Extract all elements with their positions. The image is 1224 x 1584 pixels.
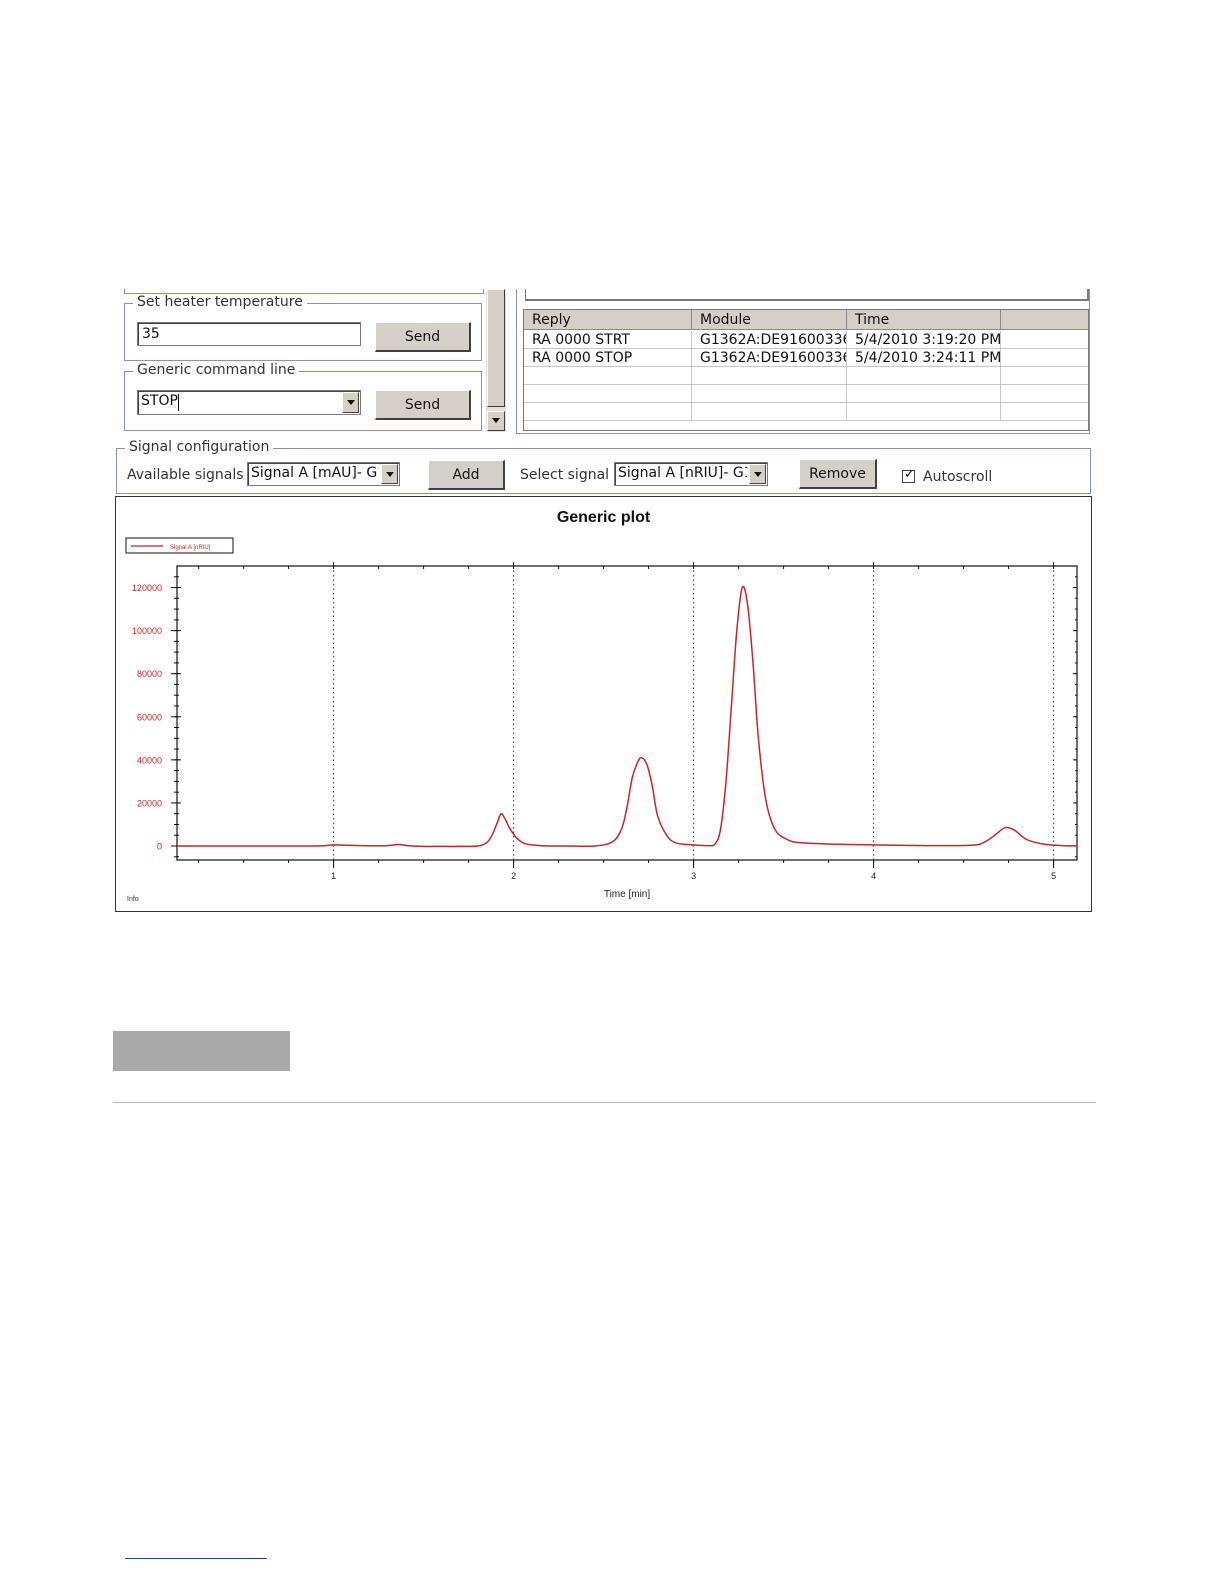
y-tick-label: 60000 [137, 712, 162, 722]
gray-heading-bar [113, 1031, 290, 1071]
x-tick-label: 5 [1051, 871, 1056, 881]
legend-label: Signal A [nRIU] [170, 545, 211, 551]
y-tick-label: 0 [157, 842, 162, 852]
x-tick-label: 3 [691, 871, 696, 881]
y-tick-label: 20000 [137, 798, 162, 808]
x-axis-label: Time [min] [604, 889, 651, 900]
plot-frame [176, 565, 1078, 861]
x-tick-label: 2 [511, 871, 516, 881]
x-tick-label: 4 [871, 871, 876, 881]
horizontal-divider [113, 1102, 1096, 1103]
generic-plot-chart: 1 2 3 4 5 0 20000 40000 60000 80000 100000 120000 Ti… [125, 537, 1078, 900]
x-tick-label: 1 [331, 871, 336, 881]
footnote-rule [125, 1558, 267, 1559]
y-tick-label: 80000 [137, 669, 162, 679]
y-tick-label: 40000 [137, 755, 162, 765]
y-tick-label: 100000 [132, 626, 162, 636]
series-line [177, 585, 1078, 848]
y-tick-label: 120000 [132, 583, 162, 593]
